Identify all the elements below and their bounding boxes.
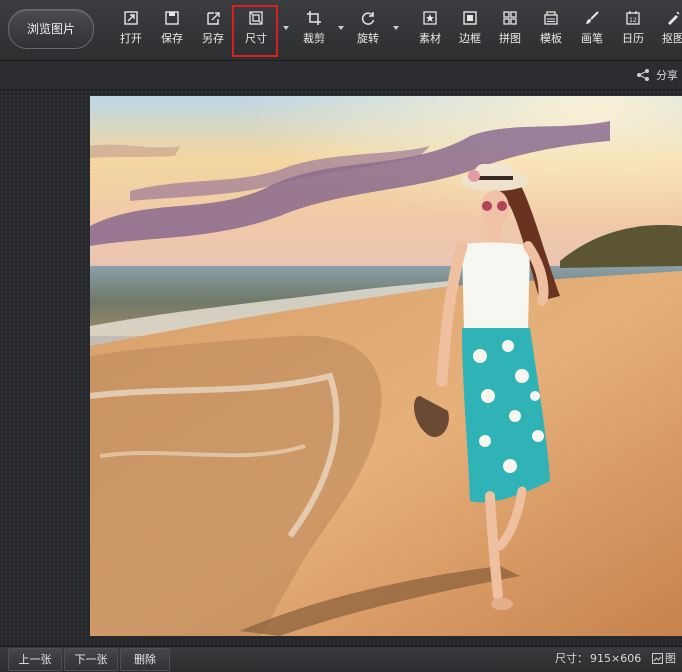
image-info-button[interactable]: 图 <box>652 650 676 666</box>
crop-dropdown-arrow[interactable] <box>338 26 344 30</box>
brush-icon <box>586 11 599 24</box>
size-value: 915×606 <box>590 652 642 665</box>
resize-highlight-box <box>232 5 278 57</box>
size-label: 尺寸： <box>555 652 588 665</box>
image-icon <box>652 652 663 664</box>
rotate-dropdown-arrow[interactable] <box>393 26 399 30</box>
brush-label: 画笔 <box>581 32 603 45</box>
template-label: 模板 <box>540 32 562 45</box>
delete-button[interactable]: 删除 <box>120 648 170 671</box>
template-icon <box>544 11 558 25</box>
svg-text:12: 12 <box>629 17 637 24</box>
material-label: 素材 <box>419 32 441 45</box>
crop-label: 裁剪 <box>303 32 325 45</box>
cutout-icon <box>668 11 680 25</box>
save-as-icon <box>207 12 220 25</box>
calendar-button[interactable]: 12 日历 <box>615 10 651 50</box>
border-icon <box>463 11 477 25</box>
border-button[interactable]: 边框 <box>452 10 488 50</box>
beach-photo <box>90 96 682 636</box>
save-as-label: 另存 <box>202 32 224 45</box>
next-image-button[interactable]: 下一张 <box>64 648 118 671</box>
save-label: 保存 <box>161 32 183 45</box>
browse-images-button[interactable]: 浏览图片 <box>8 9 94 49</box>
template-button[interactable]: 模板 <box>533 10 569 50</box>
brush-button[interactable]: 画笔 <box>574 10 610 50</box>
cutout-label: 抠图 <box>662 32 682 45</box>
open-button[interactable]: 打开 <box>113 10 149 50</box>
crop-button[interactable]: 裁剪 <box>296 10 332 50</box>
collage-icon <box>503 11 517 25</box>
open-label: 打开 <box>120 32 142 45</box>
collage-button[interactable]: 拼图 <box>492 10 528 50</box>
prev-image-button[interactable]: 上一张 <box>8 648 62 671</box>
secondary-bar <box>0 61 682 90</box>
resize-dropdown-arrow[interactable] <box>283 26 289 30</box>
cutout-button[interactable]: 抠图 <box>655 10 682 50</box>
save-button[interactable]: 保存 <box>154 10 190 50</box>
save-icon <box>165 11 179 25</box>
material-button[interactable]: 素材 <box>412 10 448 50</box>
calendar-icon: 12 <box>626 11 640 25</box>
photo-illustration <box>90 96 682 636</box>
calendar-label: 日历 <box>622 32 644 45</box>
crop-icon <box>307 11 321 25</box>
share-button[interactable]: 分享 <box>636 67 678 83</box>
collage-label: 拼图 <box>499 32 521 45</box>
rotate-label: 旋转 <box>357 32 379 45</box>
rotate-button[interactable]: 旋转 <box>350 10 386 50</box>
share-icon <box>637 69 649 81</box>
material-icon <box>423 11 437 25</box>
border-label: 边框 <box>459 32 481 45</box>
share-label: 分享 <box>656 69 678 82</box>
save-as-button[interactable]: 另存 <box>195 10 231 50</box>
rotate-icon <box>361 12 375 25</box>
image-size-info: 尺寸： 915×606 <box>553 650 641 666</box>
image-info-label: 图 <box>665 652 676 665</box>
open-icon <box>124 11 138 25</box>
